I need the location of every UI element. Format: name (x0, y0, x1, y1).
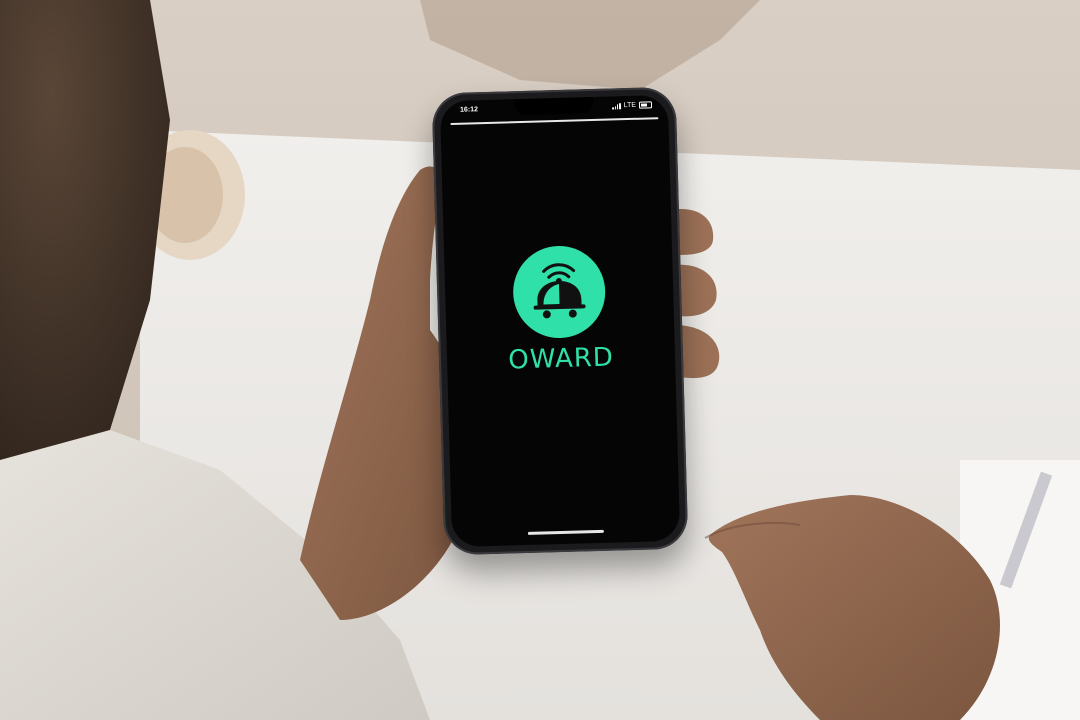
robot-bell-icon (533, 263, 586, 319)
status-indicators: LTE (612, 101, 653, 110)
smartphone: 16:12 LTE OWARD (431, 86, 689, 556)
top-divider (450, 117, 659, 125)
signal-icon (612, 102, 621, 109)
status-bar: 16:12 LTE (440, 99, 668, 119)
photo-scene: 16:12 LTE OWARD (0, 0, 1080, 720)
battery-icon (638, 101, 653, 109)
app-logo (511, 244, 607, 340)
phone-screen: 16:12 LTE OWARD (439, 94, 681, 548)
network-label: LTE (623, 101, 637, 110)
status-time: 16:12 (459, 106, 479, 114)
brand-name: OWARD (507, 342, 615, 376)
home-indicator[interactable] (527, 529, 604, 535)
